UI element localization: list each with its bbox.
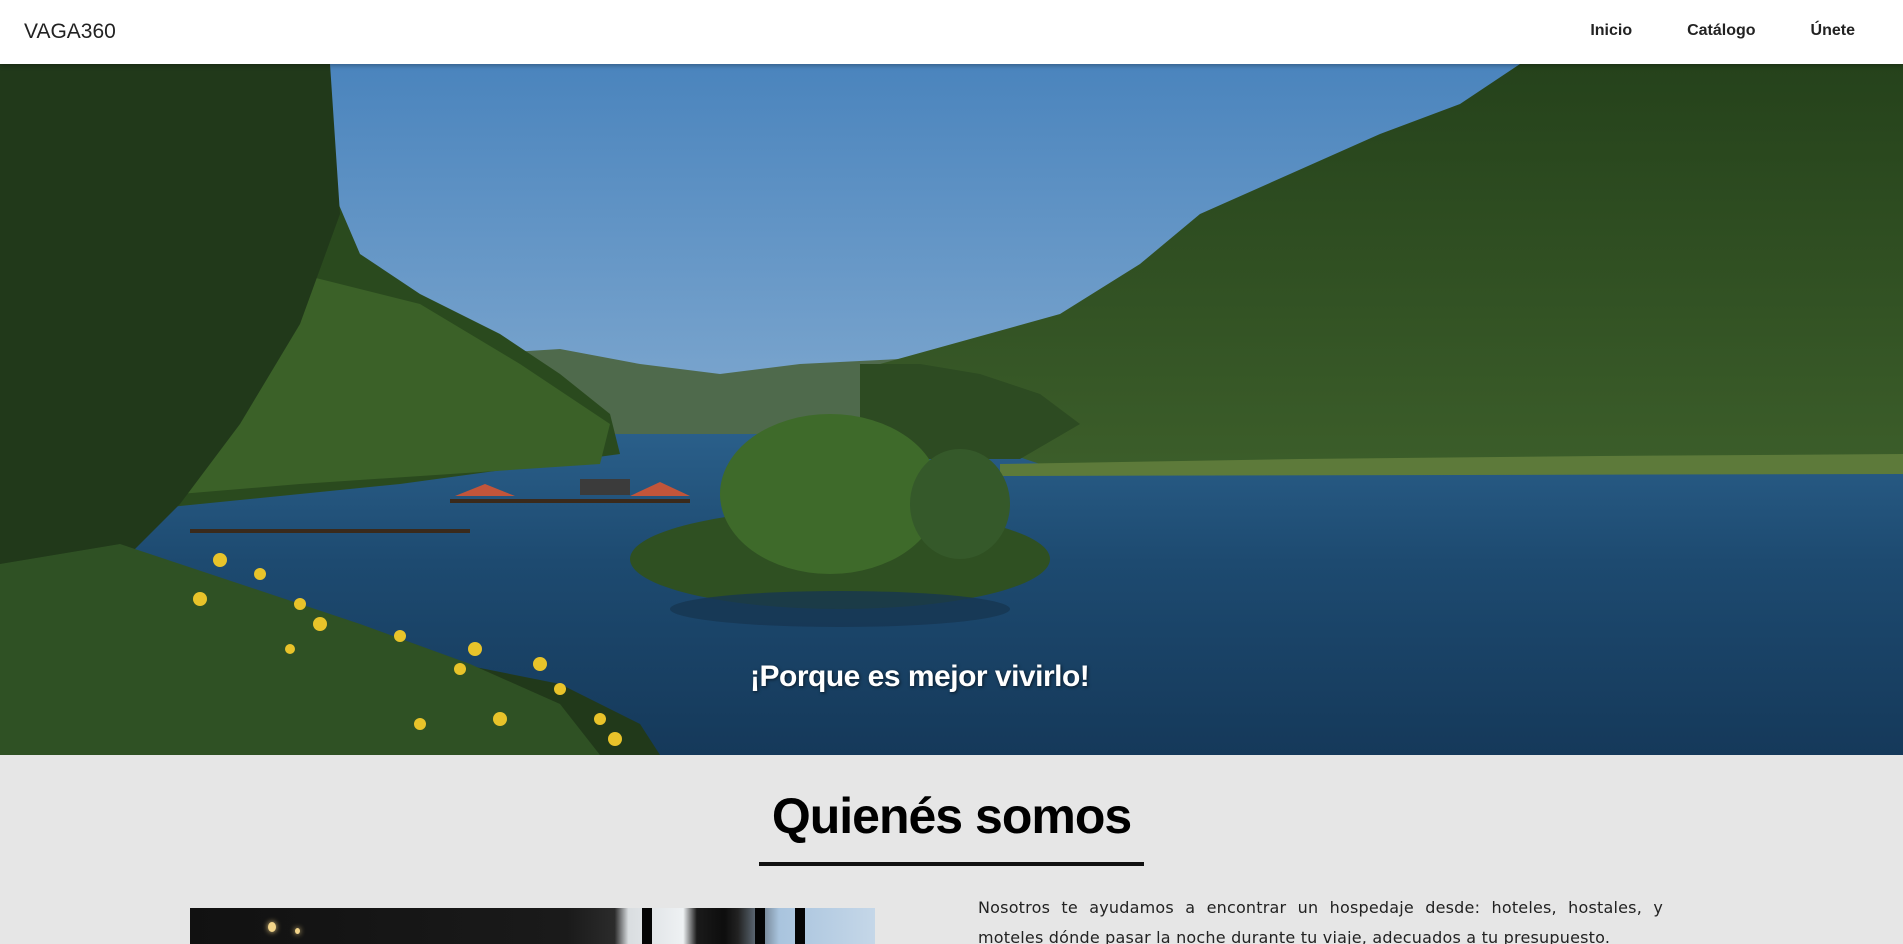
lamp-light: [268, 922, 276, 932]
about-title: Quienés somos: [771, 788, 1132, 844]
about-section: Quienés somos Nosotros te ayudamos a enc…: [0, 755, 1903, 944]
brand-logo[interactable]: VAGA360: [24, 20, 116, 44]
nav-link-unete[interactable]: Únete: [1811, 22, 1855, 40]
window-frame: [795, 908, 805, 944]
hero-landscape-image: [0, 64, 1903, 755]
lamp-light: [295, 928, 300, 934]
about-text: Nosotros te ayudamos a encontrar un hosp…: [978, 898, 1663, 944]
nav-link-catalogo[interactable]: Catálogo: [1687, 22, 1755, 40]
title-underline: [759, 862, 1144, 866]
hero-caption: ¡Porque es mejor vivirlo!: [750, 660, 1090, 693]
nav-link-inicio[interactable]: Inicio: [1590, 22, 1632, 40]
hero-banner: ¡Porque es mejor vivirlo!: [0, 64, 1903, 755]
nav-links: Inicio Catálogo Únete: [1535, 22, 1855, 40]
about-image: [190, 908, 875, 944]
window-frame: [755, 908, 765, 944]
window-frame: [642, 908, 652, 944]
navbar: VAGA360 Inicio Catálogo Únete: [0, 0, 1903, 64]
